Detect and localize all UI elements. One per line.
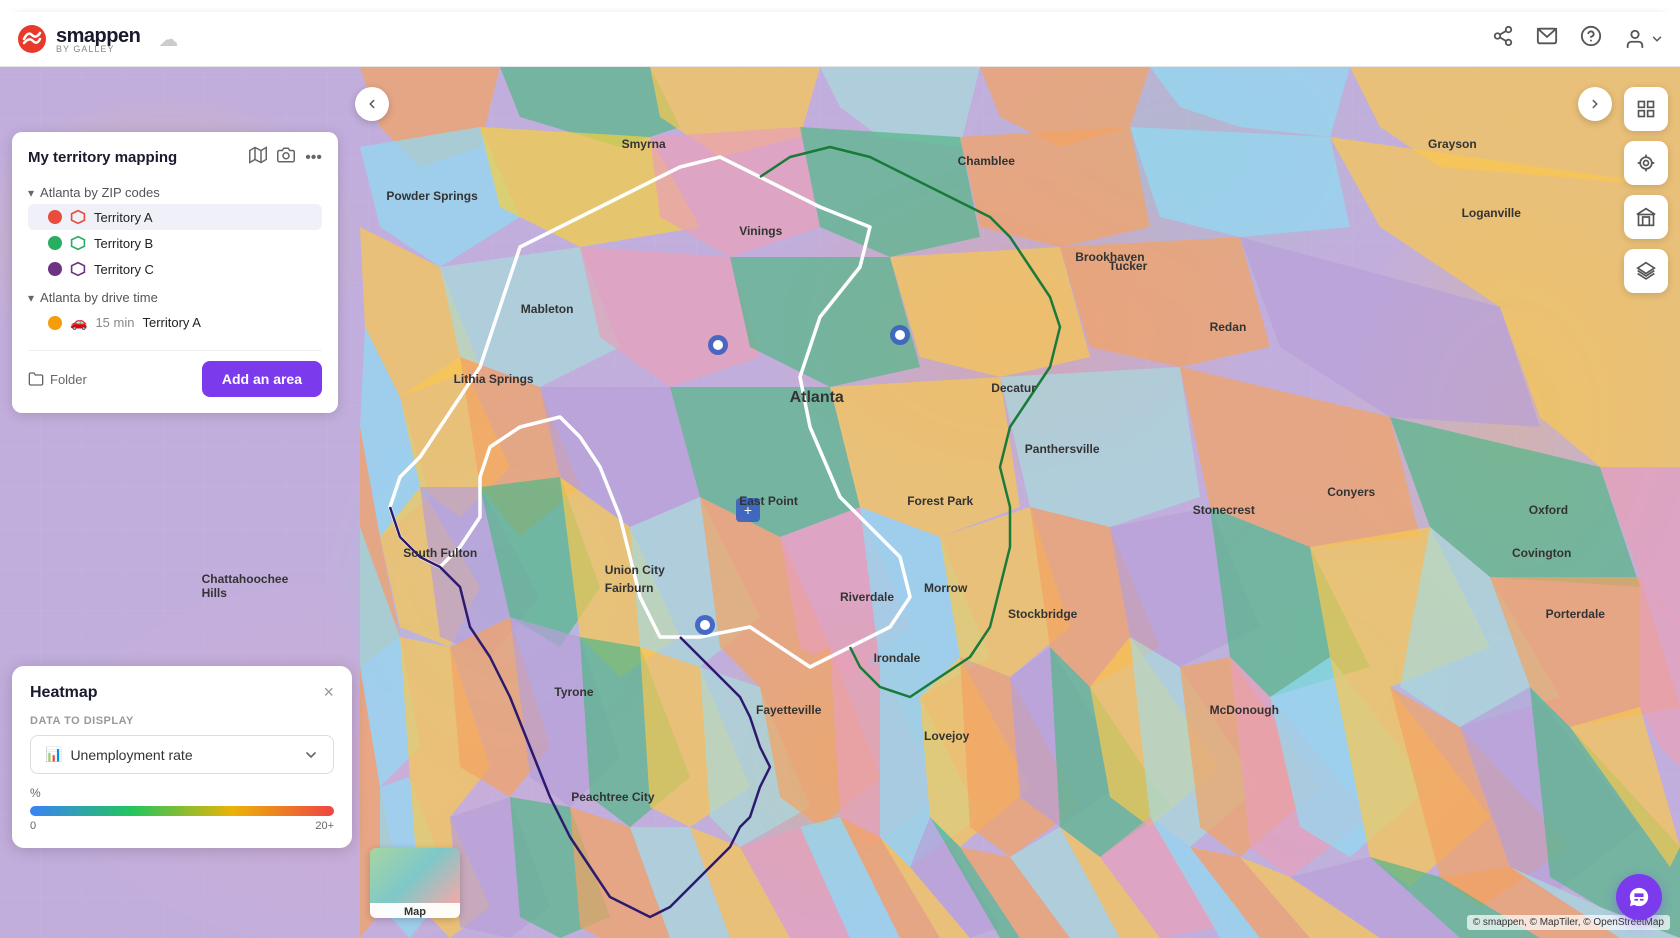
drive-item-15[interactable]: 🚗 15 min Territory A bbox=[28, 309, 322, 336]
map-action-icon[interactable] bbox=[249, 146, 267, 169]
logo-icon bbox=[16, 23, 48, 55]
data-select-dropdown[interactable]: 📊 Unemployment rate bbox=[30, 735, 334, 774]
drive-chevron-icon: ▾ bbox=[28, 291, 34, 305]
selected-data-label: Unemployment rate bbox=[70, 747, 192, 763]
collapse-arrow-button[interactable] bbox=[1578, 87, 1612, 121]
help-icon[interactable] bbox=[1580, 25, 1602, 53]
card-title: My territory mapping bbox=[28, 149, 177, 166]
right-toolbar bbox=[1624, 87, 1668, 293]
camera-action-icon[interactable] bbox=[277, 146, 295, 169]
territory-a-hex-icon bbox=[70, 209, 86, 225]
territory-b-hex-icon bbox=[70, 235, 86, 251]
location-toolbar-button[interactable] bbox=[1624, 141, 1668, 185]
territory-item-b[interactable]: Territory B bbox=[28, 230, 322, 256]
data-select-value: 📊 Unemployment rate bbox=[45, 746, 193, 763]
territory-c-hex-icon bbox=[70, 261, 86, 277]
drive-15-dot bbox=[48, 316, 62, 330]
building-toolbar-button[interactable] bbox=[1624, 195, 1668, 239]
heatmap-close-button[interactable]: × bbox=[323, 682, 334, 703]
drive-15-car-icon: 🚗 bbox=[70, 314, 87, 331]
heatmap-header: Heatmap × bbox=[30, 682, 334, 703]
card-header: My territory mapping ••• bbox=[28, 146, 322, 169]
territory-b-dot bbox=[48, 236, 62, 250]
unemployment-icon: 📊 bbox=[45, 746, 62, 763]
share-icon[interactable] bbox=[1492, 25, 1514, 53]
map-thumbnail[interactable]: Map bbox=[370, 848, 460, 918]
layers-toolbar-button[interactable] bbox=[1624, 249, 1668, 293]
zip-chevron-icon: ▾ bbox=[28, 186, 34, 200]
zip-group-name: Atlanta by ZIP codes bbox=[40, 185, 160, 200]
cloud-icon[interactable]: ☁ bbox=[158, 27, 178, 52]
chat-bubble-button[interactable] bbox=[1616, 874, 1662, 920]
territory-c-label: Territory C bbox=[94, 262, 154, 277]
drive-group-name: Atlanta by drive time bbox=[40, 290, 158, 305]
add-area-button[interactable]: Add an area bbox=[202, 361, 322, 397]
chevron-down-icon bbox=[303, 747, 319, 763]
user-menu[interactable] bbox=[1624, 28, 1664, 50]
drive-group: ▾ Atlanta by drive time 🚗 15 min Territo… bbox=[28, 286, 322, 336]
logo[interactable]: smappen BY GALLEY bbox=[16, 23, 140, 55]
left-panel: My territory mapping ••• bbox=[0, 132, 350, 413]
territory-a-label: Territory A bbox=[94, 210, 153, 225]
nav-icons bbox=[1492, 25, 1664, 53]
drive-group-header[interactable]: ▾ Atlanta by drive time bbox=[28, 286, 322, 309]
territory-c-dot bbox=[48, 262, 62, 276]
gradient-bar bbox=[30, 806, 334, 816]
folder-button[interactable]: Folder bbox=[28, 371, 87, 387]
zip-group-header[interactable]: ▾ Atlanta by ZIP codes bbox=[28, 181, 322, 204]
territory-a-dot bbox=[48, 210, 62, 224]
grid-toolbar-button[interactable] bbox=[1624, 87, 1668, 131]
gradient-max-label: 20+ bbox=[315, 820, 334, 832]
mail-icon[interactable] bbox=[1536, 25, 1558, 53]
heatmap-card: Heatmap × DATA TO DISPLAY 📊 Unemployment… bbox=[12, 666, 352, 848]
thumbnail-label: Map bbox=[370, 903, 460, 918]
territory-item-a[interactable]: Territory A bbox=[28, 204, 322, 230]
drive-15-time: 15 min bbox=[95, 315, 134, 330]
heatmap-title: Heatmap bbox=[30, 684, 98, 702]
folder-label: Folder bbox=[50, 372, 87, 387]
card-footer: Folder Add an area bbox=[28, 350, 322, 397]
top-navigation: smappen BY GALLEY ☁ bbox=[0, 12, 1680, 67]
card-actions: ••• bbox=[249, 146, 322, 169]
data-to-display-label: DATA TO DISPLAY bbox=[30, 715, 334, 727]
drive-15-name: Territory A bbox=[142, 315, 201, 330]
percent-label: % bbox=[30, 786, 334, 800]
svg-text:+: + bbox=[744, 502, 752, 518]
territory-card: My territory mapping ••• bbox=[12, 132, 338, 413]
add-area-label: Add an area bbox=[222, 371, 302, 387]
zip-group: ▾ Atlanta by ZIP codes Territory A Terri… bbox=[28, 181, 322, 282]
back-arrow-button[interactable] bbox=[355, 87, 389, 121]
territory-b-label: Territory B bbox=[94, 236, 153, 251]
gradient-min-label: 0 bbox=[30, 820, 36, 832]
thumbnail-image bbox=[370, 848, 460, 903]
territory-item-c[interactable]: Territory C bbox=[28, 256, 322, 282]
gradient-labels: 0 20+ bbox=[30, 820, 334, 832]
more-action-icon[interactable]: ••• bbox=[305, 149, 322, 167]
